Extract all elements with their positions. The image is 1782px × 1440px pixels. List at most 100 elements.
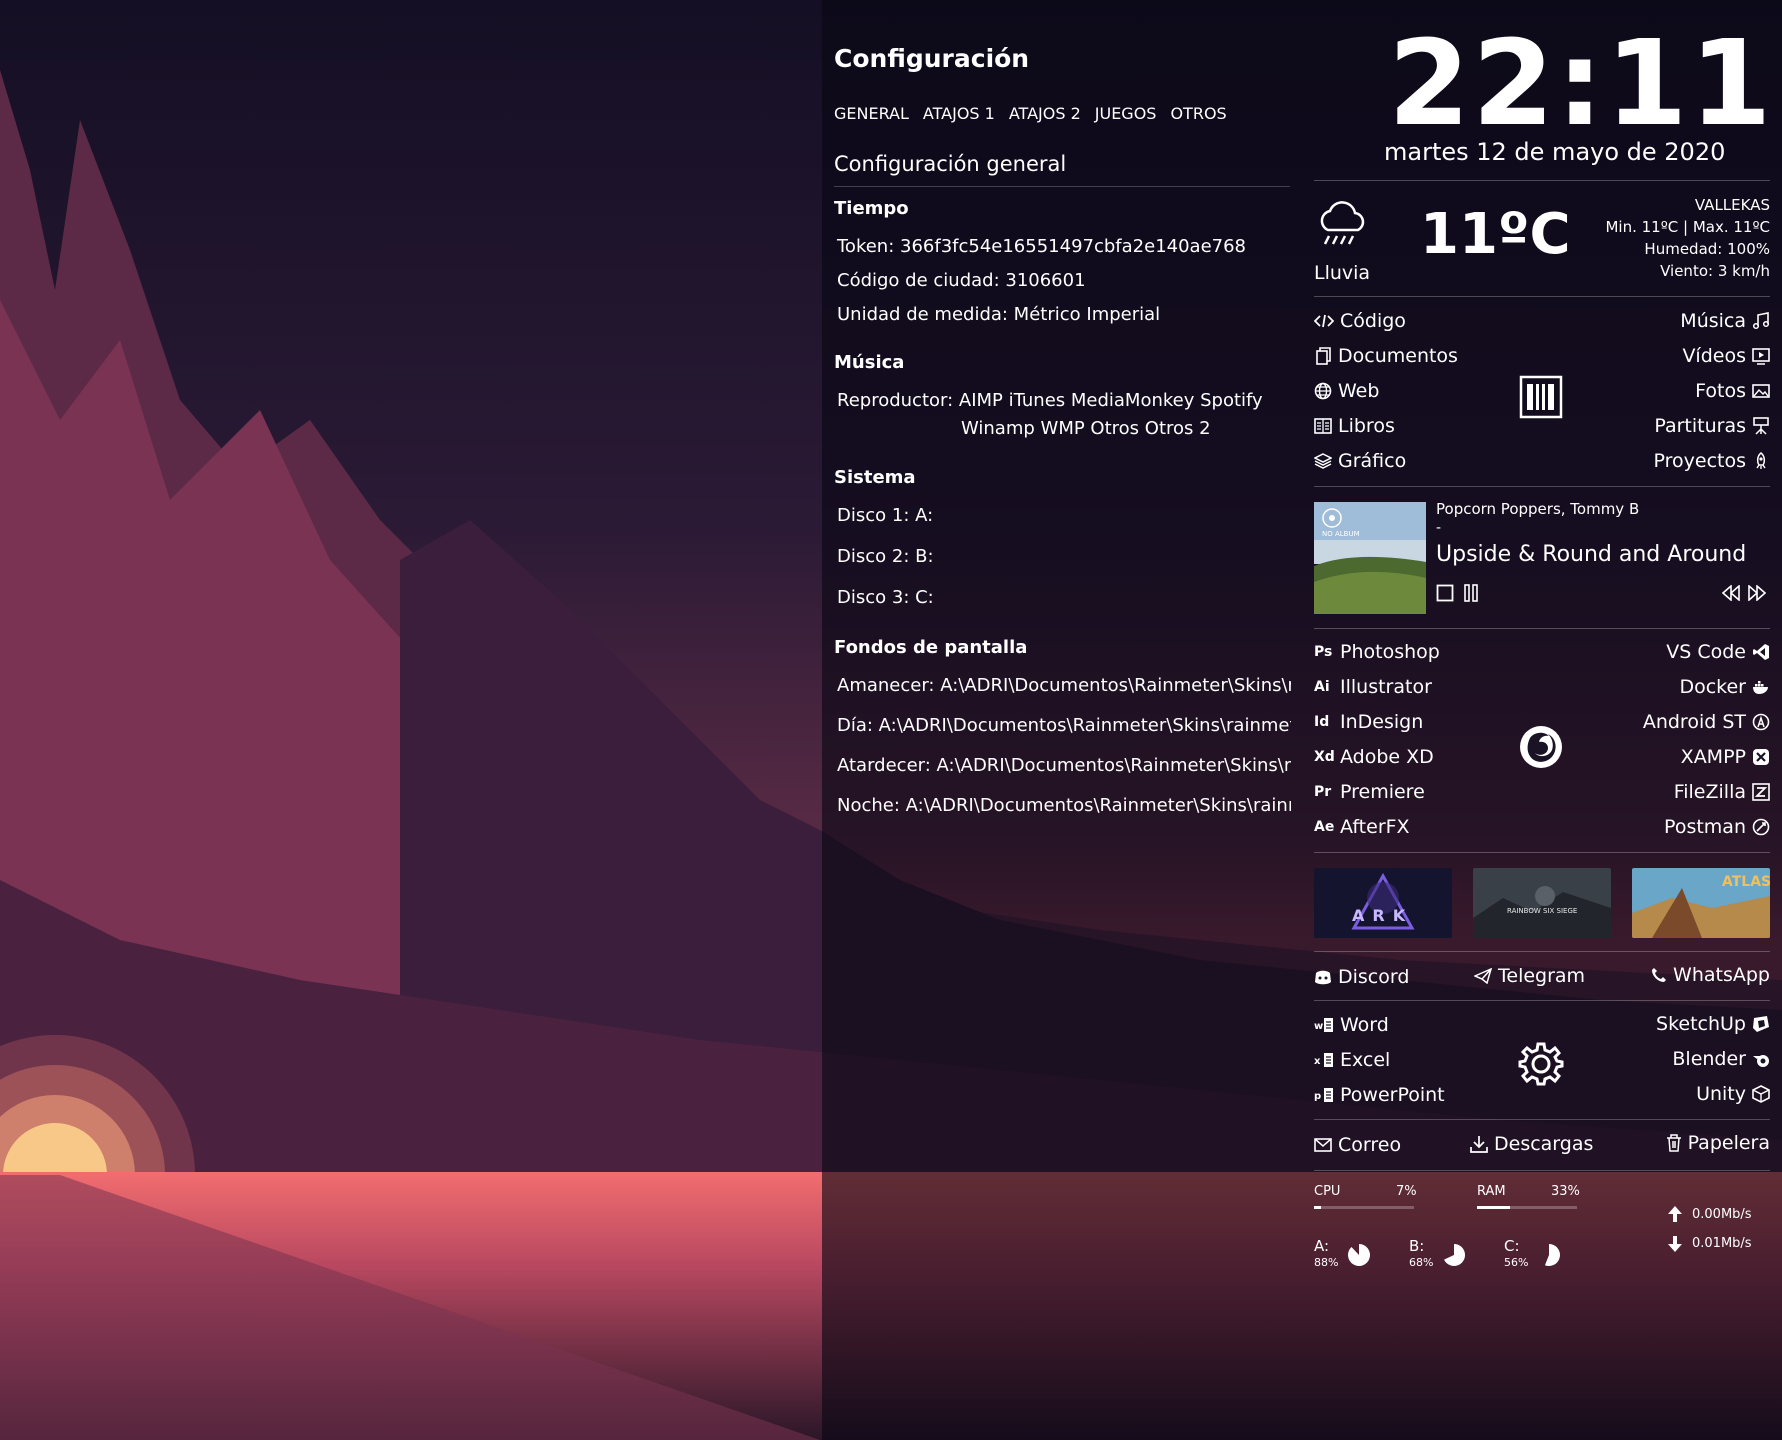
telegram-icon [1474, 968, 1492, 984]
link-libros[interactable]: Libros [1314, 415, 1395, 437]
divider [1314, 1000, 1770, 1001]
token-field[interactable]: Token: 366f3fc54e16551497cbfa2e140ae768 [837, 236, 1246, 257]
wallpaper-atardecer-field[interactable]: Atardecer: A:\ADRI\Documentos\Rainmeter\… [837, 755, 1291, 776]
app-premiere[interactable]: Pr Premiere [1314, 781, 1425, 803]
postman-icon [1752, 818, 1770, 836]
tab-atajos-1[interactable]: ATAJOS 1 [923, 104, 995, 123]
game-rainbow-six[interactable]: RAINBOW SIX SIEGE [1473, 868, 1611, 938]
city-code-field[interactable]: Código de ciudad: 3106601 [837, 270, 1086, 291]
app-photoshop[interactable]: Ps Photoshop [1314, 641, 1440, 663]
mail-icon [1314, 1138, 1332, 1152]
disk-a-percent: 88% [1314, 1256, 1339, 1269]
clock-time: 22:11 [1388, 14, 1774, 152]
app-excel[interactable]: x Excel [1314, 1049, 1390, 1071]
file-cabinet-icon[interactable] [1519, 375, 1563, 419]
link-telegram[interactable]: Telegram [1474, 965, 1585, 987]
discord-icon [1315, 970, 1331, 985]
link-fotos[interactable]: Fotos [1695, 380, 1770, 402]
album-cover-image [1314, 502, 1426, 614]
weather-location: VALLEKAS [1694, 196, 1770, 214]
game-ark[interactable]: ARK [1314, 868, 1452, 938]
app-xampp[interactable]: XAMPP [1681, 746, 1770, 768]
app-unity[interactable]: Unity [1696, 1083, 1770, 1105]
pause-icon[interactable] [1464, 584, 1478, 602]
app-blender[interactable]: Blender [1672, 1048, 1770, 1070]
disk-a-pie-chart [1347, 1244, 1370, 1266]
disk2-field[interactable]: Disco 2: B: [837, 546, 934, 567]
trash-icon [1666, 1134, 1681, 1152]
unit-selector[interactable]: Unidad de medida: Métrico Imperial [837, 304, 1160, 325]
link-proyectos-label: Proyectos [1653, 450, 1747, 472]
app-sketchup[interactable]: SketchUp [1656, 1013, 1770, 1035]
link-partituras-label: Partituras [1654, 415, 1746, 437]
disk-used-slice [1444, 1244, 1466, 1266]
app-filezilla[interactable]: FileZilla [1674, 781, 1770, 803]
link-correo[interactable]: Correo [1314, 1134, 1401, 1156]
rocket-icon [1756, 452, 1766, 469]
link-discord[interactable]: Discord [1314, 966, 1409, 988]
app-afterfx[interactable]: Ae AfterFX [1314, 816, 1410, 838]
disk-c-pie-chart [1544, 1244, 1560, 1266]
player-selector-cont[interactable]: Winamp WMP Otros Otros 2 [961, 418, 1211, 439]
link-grafico-label: Gráfico [1338, 450, 1407, 472]
wallpaper-dia-field[interactable]: Día: A:\ADRI\Documentos\Rainmeter\Skins\… [837, 715, 1291, 736]
app-powerpoint[interactable]: p PowerPoint [1314, 1084, 1445, 1106]
firefox-icon[interactable] [1518, 724, 1564, 770]
link-web[interactable]: Web [1314, 380, 1379, 402]
app-postman[interactable]: Postman [1664, 816, 1770, 838]
app-word[interactable]: w Word [1314, 1014, 1389, 1036]
android-studio-icon [1752, 713, 1770, 731]
player-selector[interactable]: Reproductor: AIMP iTunes MediaMonkey Spo… [837, 390, 1263, 411]
wallpaper-amanecer-field[interactable]: Amanecer: A:\ADRI\Documentos\Rainmeter\S… [837, 675, 1291, 696]
tab-atajos-2[interactable]: ATAJOS 2 [1009, 104, 1081, 123]
link-documentos-label: Documentos [1338, 345, 1458, 367]
app-postman-label: Postman [1664, 816, 1746, 838]
link-codigo[interactable]: Código [1314, 310, 1406, 332]
next-icon[interactable] [1748, 585, 1766, 601]
link-codigo-label: Código [1340, 310, 1406, 332]
app-illustrator[interactable]: Ai Illustrator [1314, 676, 1432, 698]
game-ark-title: ARK [1352, 906, 1414, 925]
weather-humidity: Humedad: 100% [1644, 240, 1770, 258]
wallpaper-noche-field[interactable]: Noche: A:\ADRI\Documentos\Rainmeter\Skin… [837, 795, 1291, 816]
link-grafico[interactable]: Gráfico [1314, 450, 1406, 472]
disk3-field[interactable]: Disco 3: C: [837, 587, 934, 608]
link-papelera-label: Papelera [1687, 1132, 1770, 1154]
gear-icon[interactable] [1518, 1041, 1564, 1087]
tab-general[interactable]: GENERAL [834, 104, 909, 123]
disk1-field[interactable]: Disco 1: A: [837, 505, 933, 526]
track-title: Upside & Round and Around [1436, 542, 1747, 567]
game-ark-art [1314, 868, 1452, 938]
app-docker[interactable]: Docker [1679, 676, 1770, 698]
link-papelera[interactable]: Papelera [1666, 1132, 1770, 1154]
app-docker-label: Docker [1679, 676, 1746, 698]
download-arrow-icon [1668, 1236, 1682, 1252]
album-cover: NO ALBUM [1314, 502, 1426, 614]
disk-used-slice [1347, 1244, 1370, 1266]
phone-icon [1652, 968, 1667, 982]
code-icon [1314, 314, 1334, 328]
tab-otros[interactable]: OTROS [1170, 104, 1226, 123]
tab-juegos[interactable]: JUEGOS [1095, 104, 1157, 123]
app-adobe-xd-label: Adobe XD [1340, 746, 1434, 768]
previous-icon[interactable] [1722, 585, 1740, 601]
link-proyectos[interactable]: Proyectos [1654, 450, 1771, 472]
stop-icon[interactable] [1436, 584, 1454, 602]
cpu-label: CPU [1314, 1184, 1341, 1199]
app-android-studio[interactable]: Android ST [1643, 711, 1770, 733]
app-adobe-xd[interactable]: Xd Adobe XD [1314, 746, 1434, 768]
link-documentos[interactable]: Documentos [1314, 345, 1458, 367]
link-videos-label: Vídeos [1682, 345, 1746, 367]
game-atlas[interactable]: ATLAS [1632, 868, 1770, 938]
game-rainbow-six-art [1473, 868, 1611, 938]
docker-icon [1753, 681, 1768, 694]
layers-icon [1314, 453, 1332, 469]
link-musica[interactable]: Música [1680, 310, 1770, 332]
divider [1314, 1170, 1770, 1171]
link-partituras[interactable]: Partituras [1654, 415, 1770, 437]
app-indesign[interactable]: Id InDesign [1314, 711, 1423, 733]
link-descargas[interactable]: Descargas [1470, 1133, 1593, 1155]
link-whatsapp[interactable]: WhatsApp [1651, 964, 1770, 986]
link-videos[interactable]: Vídeos [1682, 345, 1770, 367]
app-vscode[interactable]: VS Code [1666, 641, 1770, 663]
